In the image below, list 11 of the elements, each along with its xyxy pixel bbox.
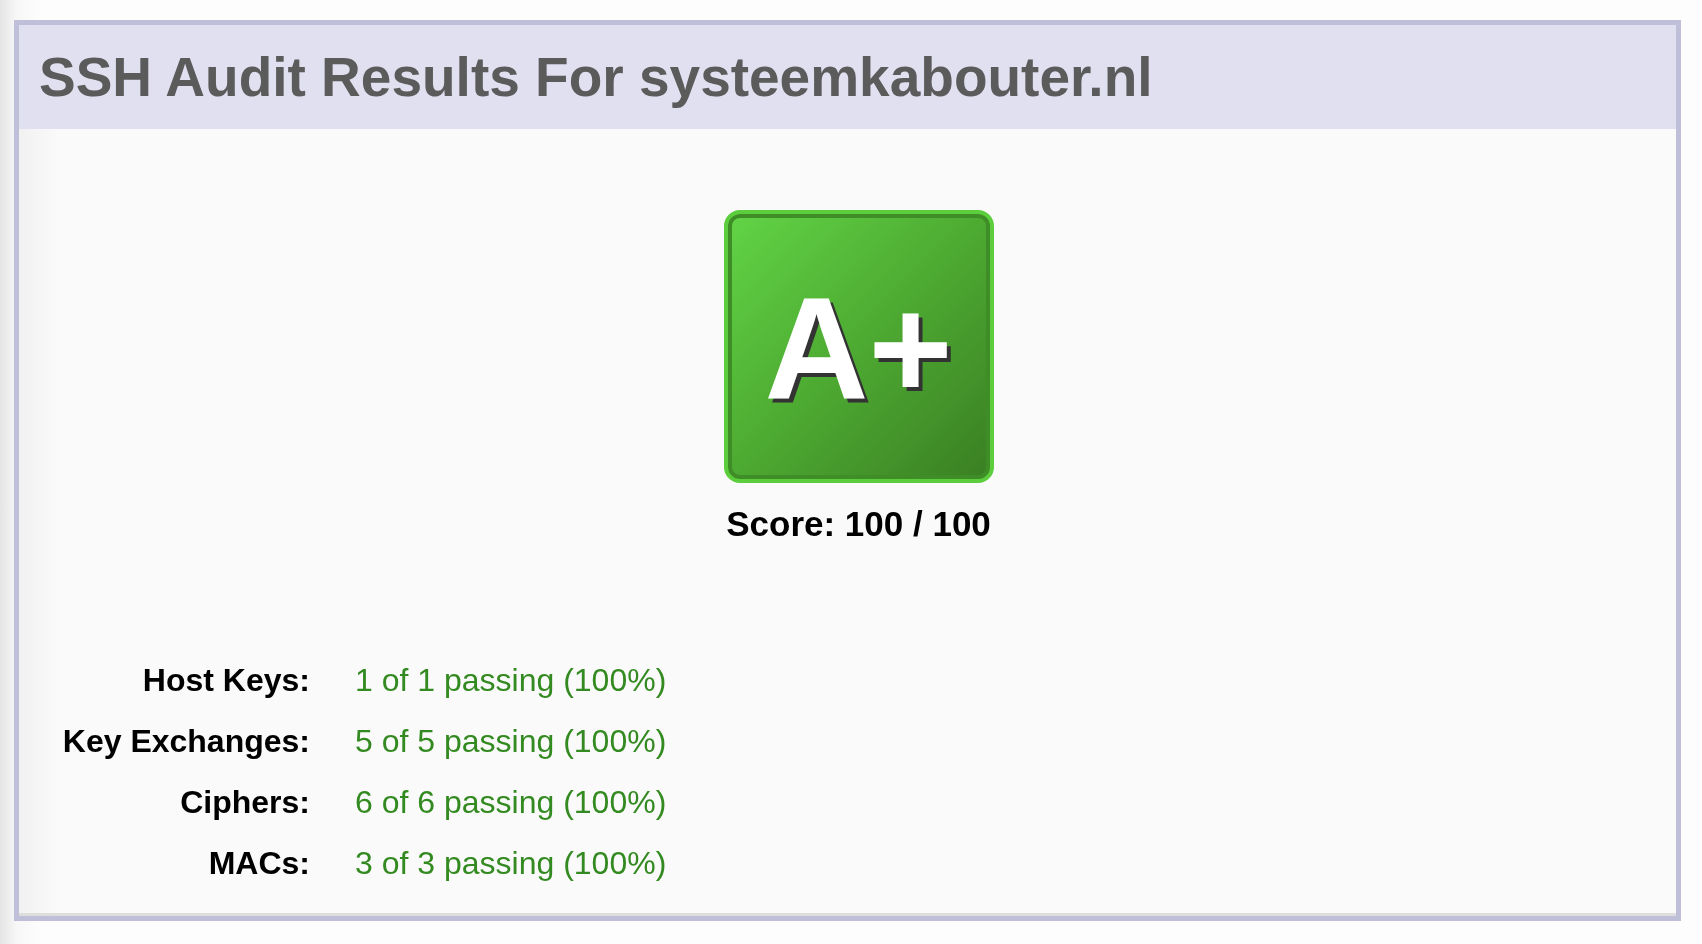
result-value: 5 of 5 passing (100%) <box>355 722 667 761</box>
result-label: MACs: <box>207 844 310 883</box>
result-value: 1 of 1 passing (100%) <box>355 661 667 700</box>
result-label: Host Keys: <box>141 661 310 700</box>
result-label: Key Exchanges: <box>61 722 310 761</box>
score-text: Score: 100 / 100 <box>726 503 991 544</box>
result-value: 3 of 3 passing (100%) <box>355 844 667 883</box>
grade-badge: A+ <box>723 210 994 483</box>
page-title: SSH Audit Results For systeemkabouter.nl <box>39 45 1153 109</box>
result-value: 6 of 6 passing (100%) <box>355 783 667 822</box>
result-label: Ciphers: <box>179 783 310 822</box>
